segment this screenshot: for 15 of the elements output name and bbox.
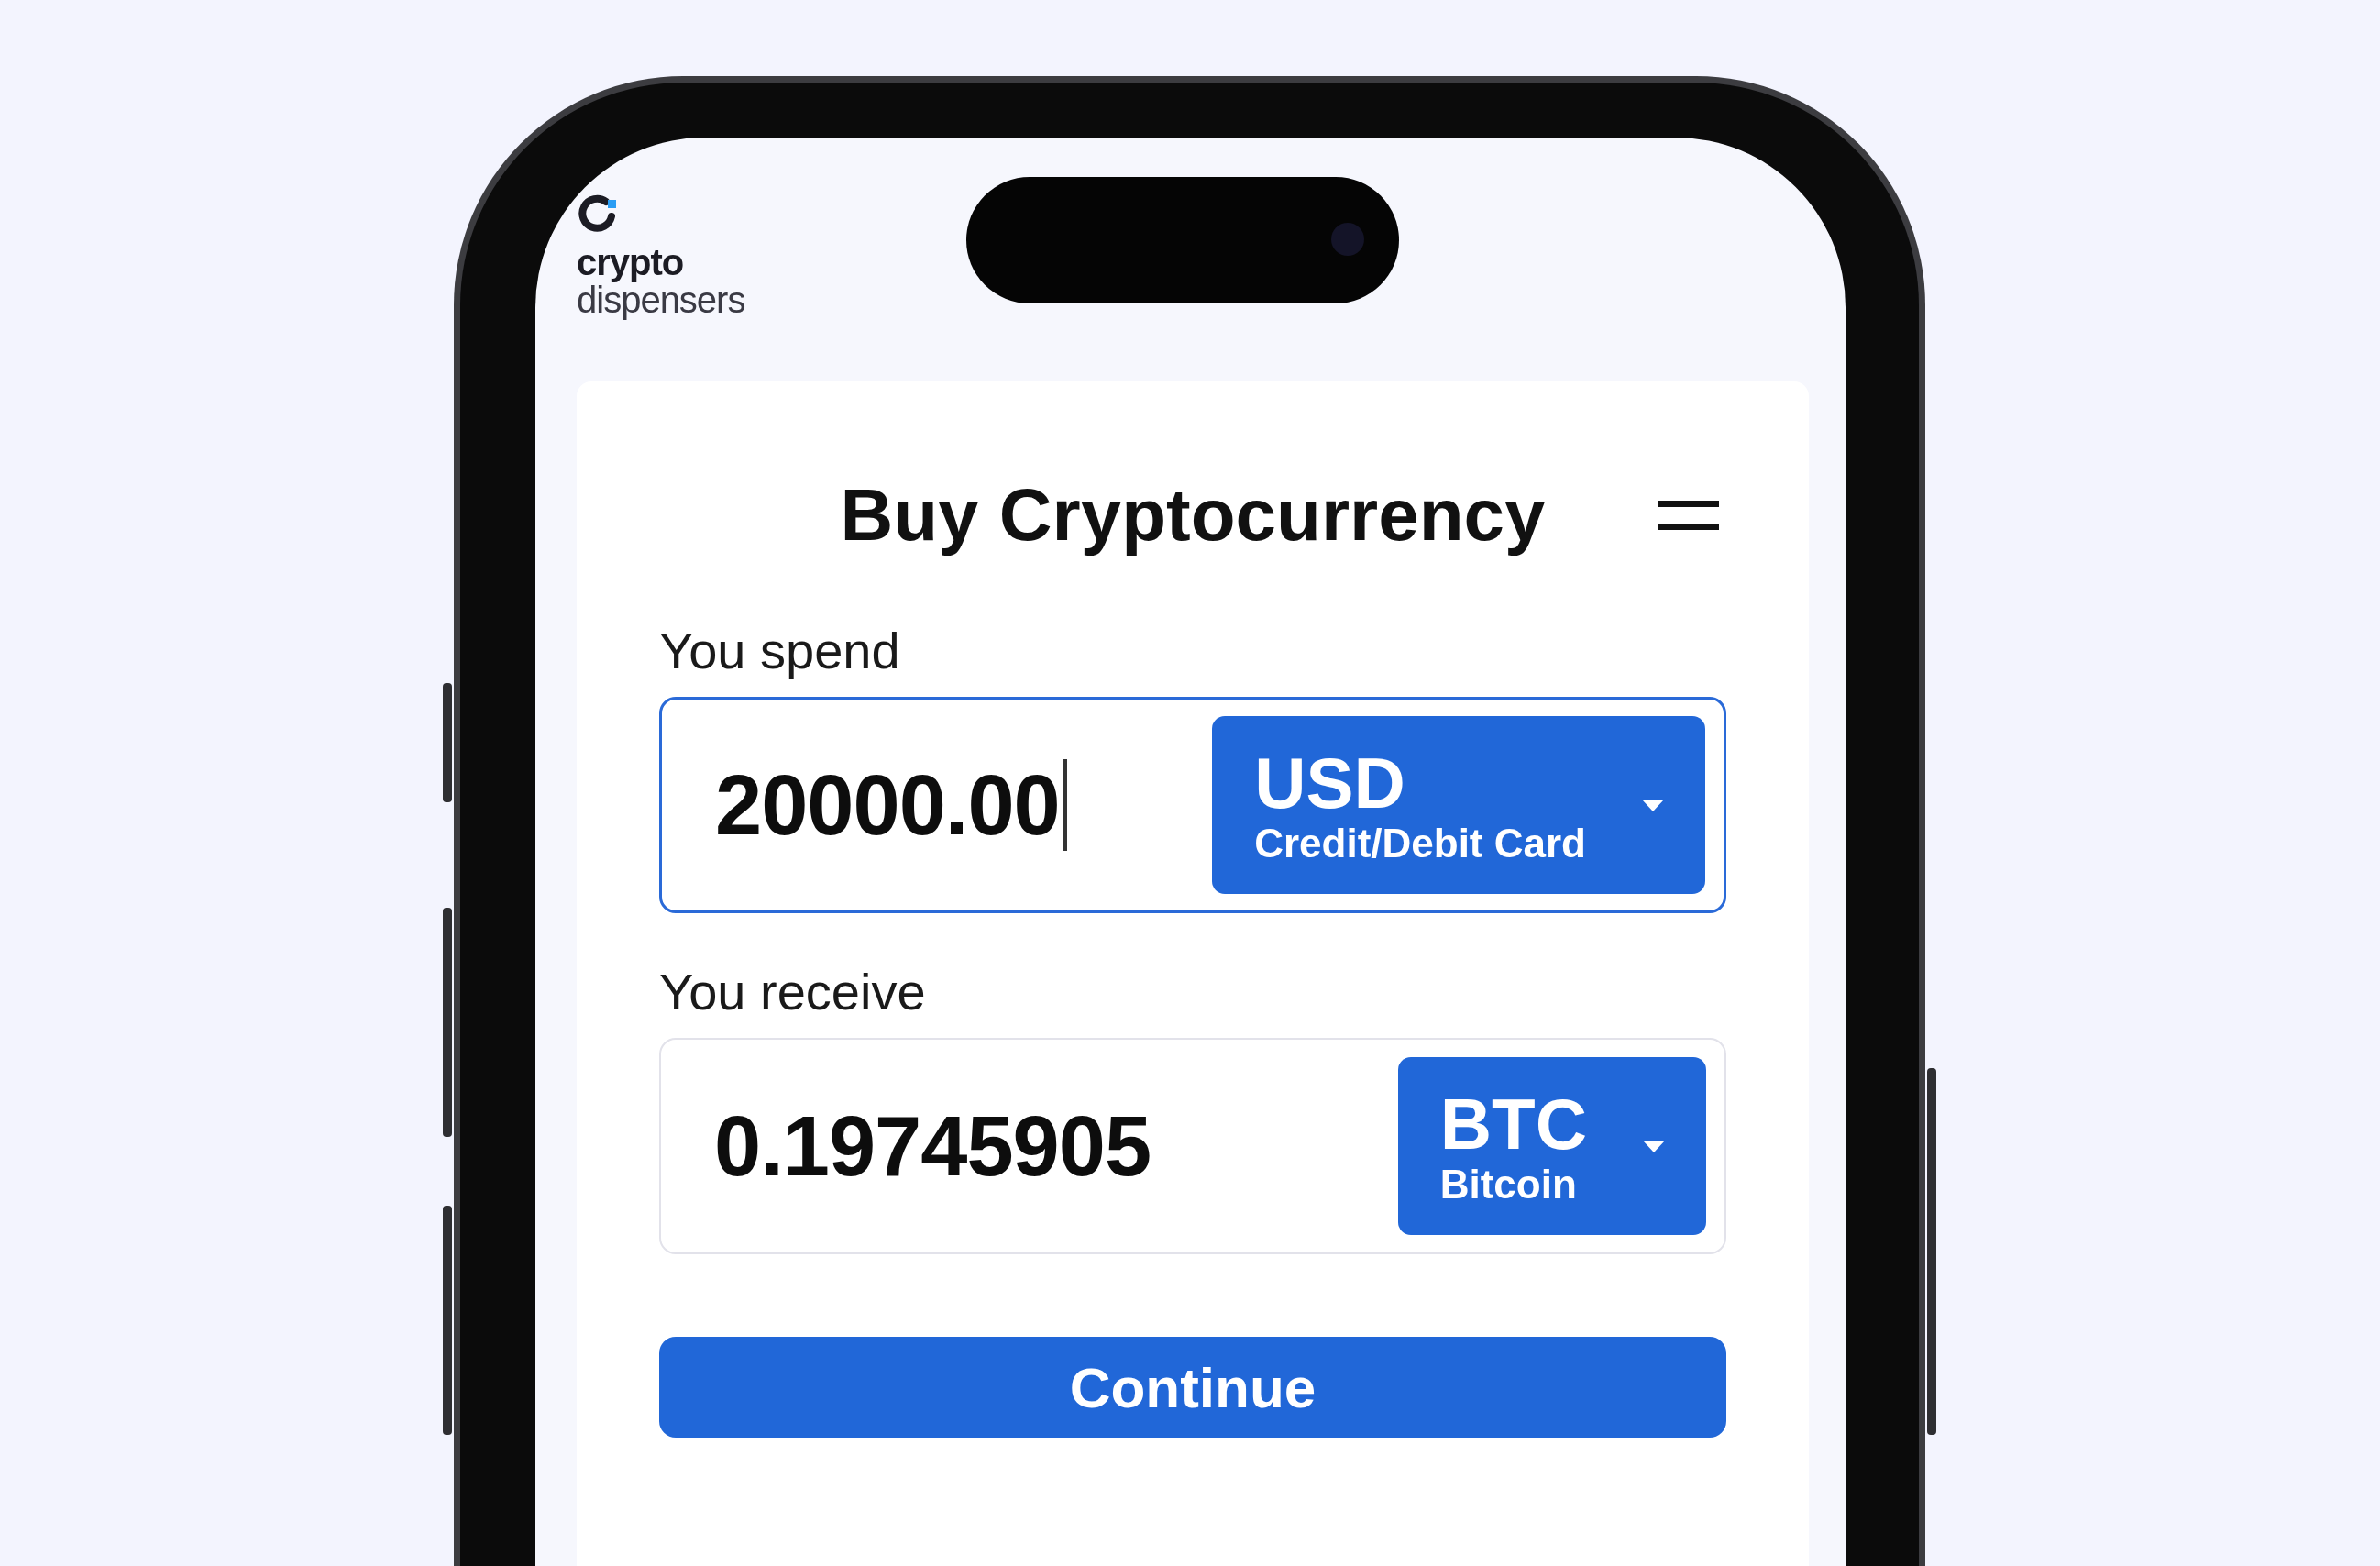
field-label: You receive	[659, 963, 926, 1021]
continue-button[interactable]: Continue	[659, 1337, 1726, 1438]
amount-value: 0.19745905	[714, 1097, 1151, 1195]
page-title: Buy Cryptocurrency	[840, 473, 1546, 557]
caret-icon	[1641, 798, 1665, 812]
logo-icon	[578, 193, 619, 233]
amount-value: 20000.00	[715, 756, 1067, 854]
amount-field[interactable]: 20000.00 USD Credit/Debit Card	[659, 697, 1726, 913]
camera-lens	[1331, 223, 1364, 256]
amount-field[interactable]: 0.19745905 BTC Bitcoin	[659, 1038, 1726, 1254]
caret-icon	[1642, 1139, 1666, 1153]
currency-dropdown[interactable]: BTC Bitcoin	[1397, 1057, 1706, 1235]
field-label: You spend	[659, 622, 900, 680]
currency-dropdown[interactable]: USD Credit/Debit Card	[1212, 716, 1705, 894]
logo-text: crypto	[577, 244, 684, 281]
